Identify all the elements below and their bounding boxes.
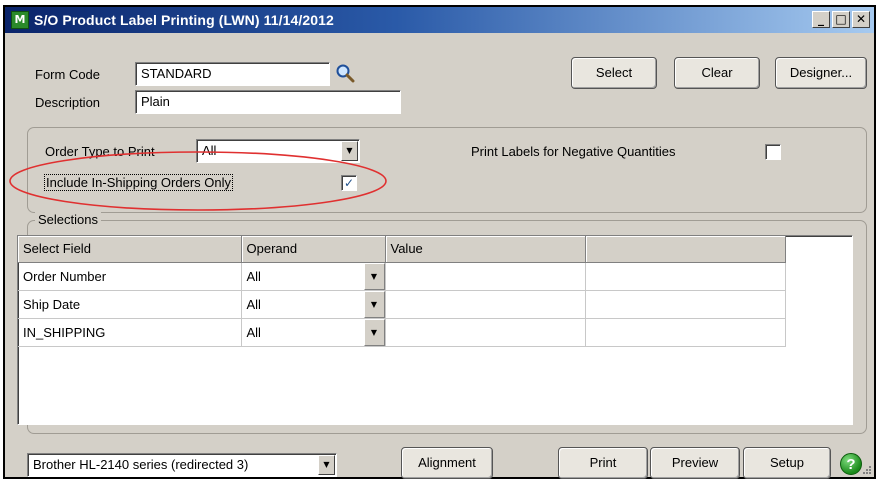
- include-in-shipping-checkbox[interactable]: ✓: [341, 175, 357, 191]
- table-row[interactable]: Order Number All ▼: [18, 262, 786, 291]
- column-header-blank[interactable]: [585, 236, 786, 263]
- app-icon[interactable]: M: [11, 11, 29, 29]
- column-header-operand[interactable]: Operand: [241, 236, 386, 263]
- negative-qty-label: Print Labels for Negative Quantities: [471, 144, 676, 159]
- extra-cell: [585, 290, 786, 319]
- operand-cell[interactable]: All ▼: [241, 318, 386, 347]
- order-type-value: All: [202, 143, 217, 158]
- preview-button[interactable]: Preview: [650, 447, 740, 479]
- chevron-down-icon[interactable]: ▼: [363, 262, 384, 289]
- chevron-down-icon[interactable]: ▼: [341, 141, 358, 161]
- value-cell[interactable]: [385, 262, 586, 291]
- form-code-label: Form Code: [35, 67, 101, 82]
- field-cell: IN_SHIPPING: [18, 318, 242, 347]
- value-cell[interactable]: [385, 318, 586, 347]
- close-button[interactable]: ✕: [852, 11, 870, 28]
- extra-cell: [585, 262, 786, 291]
- printer-value: Brother HL-2140 series (redirected 3): [33, 457, 249, 472]
- search-icon[interactable]: [335, 63, 355, 83]
- resize-grip-icon[interactable]: [860, 463, 872, 475]
- selections-table: Select Field Operand Value Order Number …: [18, 236, 786, 347]
- select-button[interactable]: Select: [571, 57, 657, 89]
- table-row[interactable]: Ship Date All ▼: [18, 290, 786, 319]
- chevron-down-icon[interactable]: ▼: [363, 290, 384, 317]
- field-cell: Order Number: [18, 262, 242, 291]
- operand-cell[interactable]: All ▼: [241, 290, 386, 319]
- operand-value: All: [246, 268, 261, 284]
- operand-value: All: [246, 324, 261, 340]
- clear-button[interactable]: Clear: [674, 57, 760, 89]
- help-icon[interactable]: ?: [840, 453, 862, 475]
- window-controls: _ □ ✕: [812, 11, 870, 28]
- description-field[interactable]: Plain: [135, 90, 401, 114]
- maximize-button[interactable]: □: [832, 11, 850, 28]
- negative-qty-checkbox[interactable]: [765, 144, 781, 160]
- print-button[interactable]: Print: [558, 447, 648, 479]
- printer-select[interactable]: Brother HL-2140 series (redirected 3) ▼: [27, 453, 337, 477]
- window-title: S/O Product Label Printing (LWN) 11/14/2…: [34, 12, 334, 28]
- chevron-down-icon[interactable]: ▼: [318, 455, 335, 475]
- order-type-select[interactable]: All ▼: [196, 139, 360, 163]
- order-type-label: Order Type to Print: [45, 144, 155, 159]
- options-group: [27, 127, 867, 213]
- column-header-select-field[interactable]: Select Field: [18, 236, 242, 263]
- field-cell: Ship Date: [18, 290, 242, 319]
- selections-grid: Select Field Operand Value Order Number …: [17, 235, 853, 425]
- column-header-value[interactable]: Value: [385, 236, 586, 263]
- minimize-button[interactable]: _: [812, 11, 830, 28]
- table-row[interactable]: IN_SHIPPING All ▼: [18, 318, 786, 347]
- operand-cell[interactable]: All ▼: [241, 262, 386, 291]
- alignment-button[interactable]: Alignment: [401, 447, 493, 479]
- selections-legend: Selections: [35, 212, 101, 227]
- setup-button[interactable]: Setup: [743, 447, 831, 479]
- form-code-field[interactable]: STANDARD: [135, 62, 330, 86]
- title-bar[interactable]: M S/O Product Label Printing (LWN) 11/14…: [5, 7, 874, 33]
- designer-button[interactable]: Designer...: [775, 57, 867, 89]
- table-header-row: Select Field Operand Value: [18, 236, 786, 263]
- extra-cell: [585, 318, 786, 347]
- chevron-down-icon[interactable]: ▼: [363, 318, 384, 345]
- main-window: M S/O Product Label Printing (LWN) 11/14…: [3, 5, 876, 479]
- include-in-shipping-label: Include In-Shipping Orders Only: [44, 174, 233, 191]
- operand-value: All: [246, 296, 261, 312]
- description-label: Description: [35, 95, 101, 110]
- value-cell[interactable]: [385, 290, 586, 319]
